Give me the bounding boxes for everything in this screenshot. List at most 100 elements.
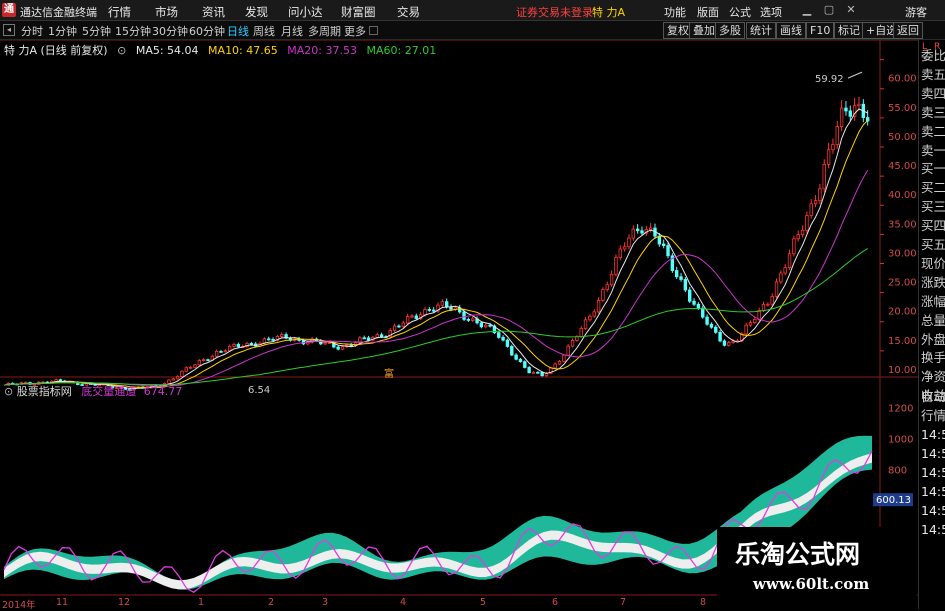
side-item-1[interactable]: 卖五: [921, 65, 945, 84]
tab-1min[interactable]: 1分钟: [48, 23, 77, 39]
minimize-icon[interactable]: ▁: [800, 3, 814, 17]
side-item-3[interactable]: 卖三: [921, 103, 945, 122]
candle-body: [818, 188, 822, 202]
tab-monthly[interactable]: 月线: [281, 23, 303, 39]
menu-layout[interactable]: 版面: [697, 4, 719, 20]
candle-body: [327, 342, 332, 345]
tab-30min[interactable]: 30分钟: [152, 23, 188, 39]
candle-body: [570, 339, 575, 347]
candle-body: [527, 367, 531, 374]
candle-body: [410, 315, 414, 318]
candle-body: [510, 346, 514, 356]
tab-intraday[interactable]: 分时: [21, 23, 43, 39]
indicator-axis-label-2: 800: [888, 465, 907, 476]
candle-body: [180, 370, 184, 377]
side-item-4[interactable]: 卖二: [921, 122, 945, 141]
side-lower-item-2[interactable]: 14:50: [921, 425, 945, 444]
indicator-formula[interactable]: 底交量通道: [81, 385, 136, 398]
side-lower-item-4[interactable]: 14:50: [921, 463, 945, 482]
candle-body: [501, 337, 505, 341]
side-lower-item-0[interactable]: 自动: [921, 387, 945, 406]
app-title: 通达信金融终端: [20, 6, 97, 19]
candle-body: [175, 376, 180, 380]
tab-5min[interactable]: 5分钟: [82, 23, 111, 39]
menu-item-wealth[interactable]: 财富圈: [341, 4, 376, 20]
side-lower-item-5[interactable]: 14:50: [921, 482, 945, 501]
tab-multi-period[interactable]: 多周期: [308, 23, 341, 39]
candle-body: [227, 345, 232, 352]
candle-body: [627, 237, 631, 248]
menu-formula[interactable]: 公式: [729, 4, 751, 20]
candle-body: [701, 307, 705, 318]
menu-item-quotes[interactable]: 行情: [108, 4, 131, 20]
menu-item-ask[interactable]: 问小达: [288, 4, 323, 20]
menu-item-news[interactable]: 资讯: [202, 4, 225, 20]
side-item-10[interactable]: 买五: [921, 235, 945, 254]
candle-body: [236, 343, 241, 348]
stats-button[interactable]: 统计: [746, 22, 776, 39]
candle-body: [848, 110, 852, 117]
restore-icon[interactable]: ▢: [822, 3, 836, 17]
candle-body: [553, 363, 557, 369]
tab-60min[interactable]: 60分钟: [189, 23, 225, 39]
side-item-7[interactable]: 买二: [921, 178, 945, 197]
tab-weekly[interactable]: 周线: [253, 23, 275, 39]
candle-body: [601, 289, 605, 301]
side-lower-item-7[interactable]: 14:50: [921, 520, 945, 539]
price-axis-label-9: 15.00: [888, 336, 917, 347]
settings-icon[interactable]: ⊙: [117, 44, 126, 57]
date-label-2: 12: [118, 597, 131, 608]
draw-line-button[interactable]: 画线: [776, 22, 806, 39]
login-alert[interactable]: 证券交易未登录: [516, 4, 593, 20]
ma10-label: MA10: 47.65: [208, 44, 278, 57]
multi-stock-button[interactable]: 多股: [715, 22, 745, 39]
side-item-17[interactable]: 净资: [921, 367, 945, 386]
candle-body: [792, 238, 796, 255]
side-lower-item-6[interactable]: 14:50: [921, 501, 945, 520]
side-item-8[interactable]: 买三: [921, 197, 945, 216]
candle-body: [349, 344, 353, 347]
side-item-2[interactable]: 卖四: [921, 84, 945, 103]
menu-item-discover[interactable]: 发现: [245, 4, 268, 20]
close-icon[interactable]: ✕: [844, 3, 858, 17]
date-label-9: 7: [620, 597, 627, 608]
side-item-13[interactable]: 涨幅: [921, 292, 945, 311]
candle-body: [683, 279, 688, 291]
menu-function[interactable]: 功能: [664, 4, 686, 20]
tab-more[interactable]: 更多: [344, 23, 366, 39]
side-item-5[interactable]: 卖一: [921, 141, 945, 160]
main-chart[interactable]: 60.00 55.00 50.00 45.00 40.00 35.00 30.00 25.00…: [0, 40, 918, 597]
side-item-14[interactable]: 总量: [921, 311, 945, 330]
candle-body: [197, 360, 201, 366]
indicator-settings-icon[interactable]: ⊙: [4, 385, 13, 398]
candle-body: [592, 311, 596, 317]
side-lower-item-1[interactable]: 行情: [921, 406, 945, 425]
menu-options[interactable]: 选项: [760, 4, 782, 20]
side-lower-item-3[interactable]: 14:50: [921, 444, 945, 463]
menu-item-trade[interactable]: 交易: [397, 4, 420, 20]
candle-body: [188, 366, 193, 369]
back-button[interactable]: 返回: [893, 22, 923, 39]
mark-button[interactable]: 标记: [834, 22, 864, 39]
candle-body: [666, 245, 670, 257]
side-item-0[interactable]: 委比: [921, 46, 945, 65]
candle-body: [201, 359, 206, 362]
candle-body: [675, 270, 679, 278]
side-item-16[interactable]: 换手: [921, 348, 945, 367]
tab-daily[interactable]: 日线: [227, 23, 249, 39]
candle-body: [323, 342, 327, 345]
side-item-11[interactable]: 现价: [921, 254, 945, 273]
side-item-9[interactable]: 买四: [921, 216, 945, 235]
side-item-6[interactable]: 买一: [921, 159, 945, 178]
menu-item-market[interactable]: 市场: [155, 4, 178, 20]
candle-body: [709, 323, 714, 328]
f10-button[interactable]: F10: [806, 22, 835, 39]
more-dropdown-icon[interactable]: [369, 26, 378, 35]
account-label[interactable]: 游客: [905, 4, 927, 20]
side-item-15[interactable]: 外盘: [921, 330, 945, 349]
candle-body: [692, 300, 696, 305]
tab-15min[interactable]: 15分钟: [115, 23, 151, 39]
date-label-4: 2: [268, 597, 275, 608]
collapse-left-icon[interactable]: ◂: [3, 24, 15, 36]
side-item-12[interactable]: 涨跌: [921, 273, 945, 292]
